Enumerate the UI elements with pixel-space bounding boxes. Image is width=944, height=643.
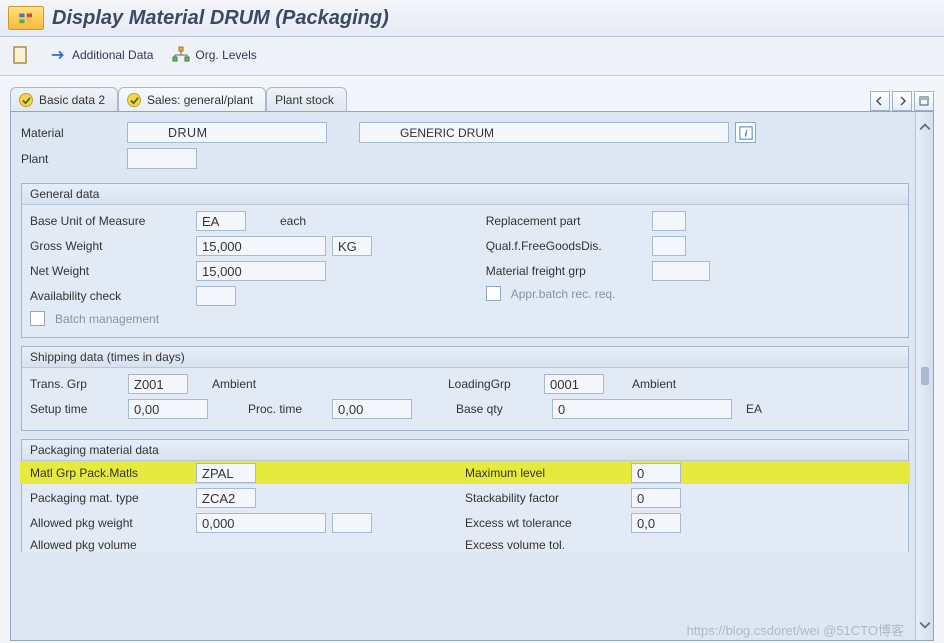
loading-grp-label: LoadingGrp	[448, 377, 538, 391]
tab-basic-data-2[interactable]: Basic data 2	[10, 87, 118, 112]
qual-free-goods-field[interactable]	[652, 236, 686, 256]
setup-time-label: Setup time	[30, 402, 122, 416]
mat-freight-grp-label: Material freight grp	[486, 264, 646, 278]
tab-nav	[870, 91, 934, 111]
plant-field[interactable]	[127, 148, 197, 169]
material-description: GENERIC DRUM	[359, 122, 729, 143]
tabstrip: Basic data 2 Sales: general/plant Plant …	[10, 86, 934, 111]
matl-grp-pack-label: Matl Grp Pack.Matls	[30, 466, 190, 480]
loading-grp-field[interactable]: 0001	[544, 374, 604, 394]
setup-time-field[interactable]: 0,00	[128, 399, 208, 419]
batch-mgmt-label: Batch management	[55, 312, 159, 326]
max-level-field[interactable]: 0	[631, 463, 681, 483]
tab-panel: Material DRUM GENERIC DRUM i Plant Gener…	[10, 111, 934, 641]
allowed-pkg-weight-unit[interactable]	[332, 513, 372, 533]
tab-check-icon	[127, 93, 141, 107]
gross-weight-field[interactable]: 15,000	[196, 236, 326, 256]
general-data-group: General data Base Unit of MeasureEAeach …	[21, 183, 909, 338]
tab-label: Plant stock	[275, 93, 334, 107]
material-field[interactable]: DRUM	[127, 122, 327, 143]
pkg-mat-type-label: Packaging mat. type	[30, 491, 190, 505]
base-qty-field[interactable]: 0	[552, 399, 732, 419]
gross-weight-label: Gross Weight	[30, 239, 190, 253]
plant-label: Plant	[21, 152, 121, 166]
repl-part-label: Replacement part	[486, 214, 646, 228]
tab-sales-general-plant[interactable]: Sales: general/plant	[118, 87, 266, 112]
tab-next-button[interactable]	[892, 91, 912, 111]
content-area: Basic data 2 Sales: general/plant Plant …	[0, 76, 944, 641]
proc-time-field[interactable]: 0,00	[332, 399, 412, 419]
toolbar: Additional Data Org. Levels	[0, 37, 944, 76]
scroll-up-icon[interactable]	[918, 120, 932, 134]
tab-label: Basic data 2	[39, 93, 105, 107]
material-label: Material	[21, 126, 121, 140]
additional-data-label: Additional Data	[72, 48, 153, 62]
loading-grp-text: Ambient	[632, 377, 676, 391]
shipping-data-group: Shipping data (times in days) Trans. Grp…	[21, 346, 909, 431]
org-levels-label: Org. Levels	[195, 48, 256, 62]
app-icon	[8, 6, 44, 30]
avail-check-label: Availability check	[30, 289, 190, 303]
scroll-thumb[interactable]	[921, 140, 929, 612]
proc-time-label: Proc. time	[248, 402, 326, 416]
mat-freight-grp-field[interactable]	[652, 261, 710, 281]
watermark: https://blog.csdoret/wei @51CTO博客	[687, 620, 904, 639]
excess-wt-tol-field[interactable]: 0,0	[631, 513, 681, 533]
excess-vol-tol-label: Excess volume tol.	[465, 538, 625, 552]
matl-grp-pack-field[interactable]: ZPAL	[196, 463, 256, 483]
excess-wt-tol-label: Excess wt tolerance	[465, 516, 625, 530]
net-weight-field[interactable]: 15,000	[196, 261, 326, 281]
appr-batch-label: Appr.batch rec. req.	[511, 287, 616, 301]
trans-grp-text: Ambient	[212, 377, 256, 391]
tab-check-icon	[19, 93, 33, 107]
group-title: Packaging material data	[22, 440, 908, 461]
additional-data-button[interactable]: Additional Data	[50, 46, 153, 64]
buom-field[interactable]: EA	[196, 211, 246, 231]
vertical-scrollbar[interactable]	[915, 112, 933, 640]
allowed-pkg-weight-field[interactable]: 0,000	[196, 513, 326, 533]
max-level-label: Maximum level	[465, 466, 625, 480]
qual-free-goods-label: Qual.f.FreeGoodsDis.	[486, 239, 646, 253]
stack-factor-field[interactable]: 0	[631, 488, 681, 508]
trans-grp-label: Trans. Grp	[30, 377, 122, 391]
allowed-pkg-volume-label: Allowed pkg volume	[30, 538, 190, 552]
exit-button[interactable]	[12, 45, 32, 65]
trans-grp-field[interactable]: Z001	[128, 374, 188, 394]
group-title: General data	[22, 184, 908, 205]
appr-batch-checkbox[interactable]	[486, 286, 501, 301]
tab-label: Sales: general/plant	[147, 93, 253, 107]
batch-mgmt-checkbox[interactable]	[30, 311, 45, 326]
base-qty-unit: EA	[746, 402, 762, 416]
tab-list-button[interactable]	[914, 91, 934, 111]
base-qty-label: Base qty	[456, 402, 546, 416]
svg-text:i: i	[744, 128, 747, 139]
pkg-mat-type-field[interactable]: ZCA2	[196, 488, 256, 508]
avail-check-field[interactable]	[196, 286, 236, 306]
allowed-pkg-weight-label: Allowed pkg weight	[30, 516, 190, 530]
net-weight-label: Net Weight	[30, 264, 190, 278]
scroll-down-icon[interactable]	[918, 618, 932, 632]
buom-text: each	[280, 214, 306, 228]
buom-label: Base Unit of Measure	[30, 214, 190, 228]
info-icon[interactable]: i	[735, 122, 756, 143]
stack-factor-label: Stackability factor	[465, 491, 625, 505]
gross-unit-field[interactable]: KG	[332, 236, 372, 256]
tab-plant-stock[interactable]: Plant stock	[266, 87, 347, 112]
tab-prev-button[interactable]	[870, 91, 890, 111]
repl-part-field[interactable]	[652, 211, 686, 231]
packaging-data-group: Packaging material data Matl Grp Pack.Ma…	[21, 439, 909, 552]
org-levels-button[interactable]: Org. Levels	[171, 46, 256, 64]
page-title: Display Material DRUM (Packaging)	[52, 7, 389, 30]
group-title: Shipping data (times in days)	[22, 347, 908, 368]
title-bar: Display Material DRUM (Packaging)	[0, 0, 944, 37]
